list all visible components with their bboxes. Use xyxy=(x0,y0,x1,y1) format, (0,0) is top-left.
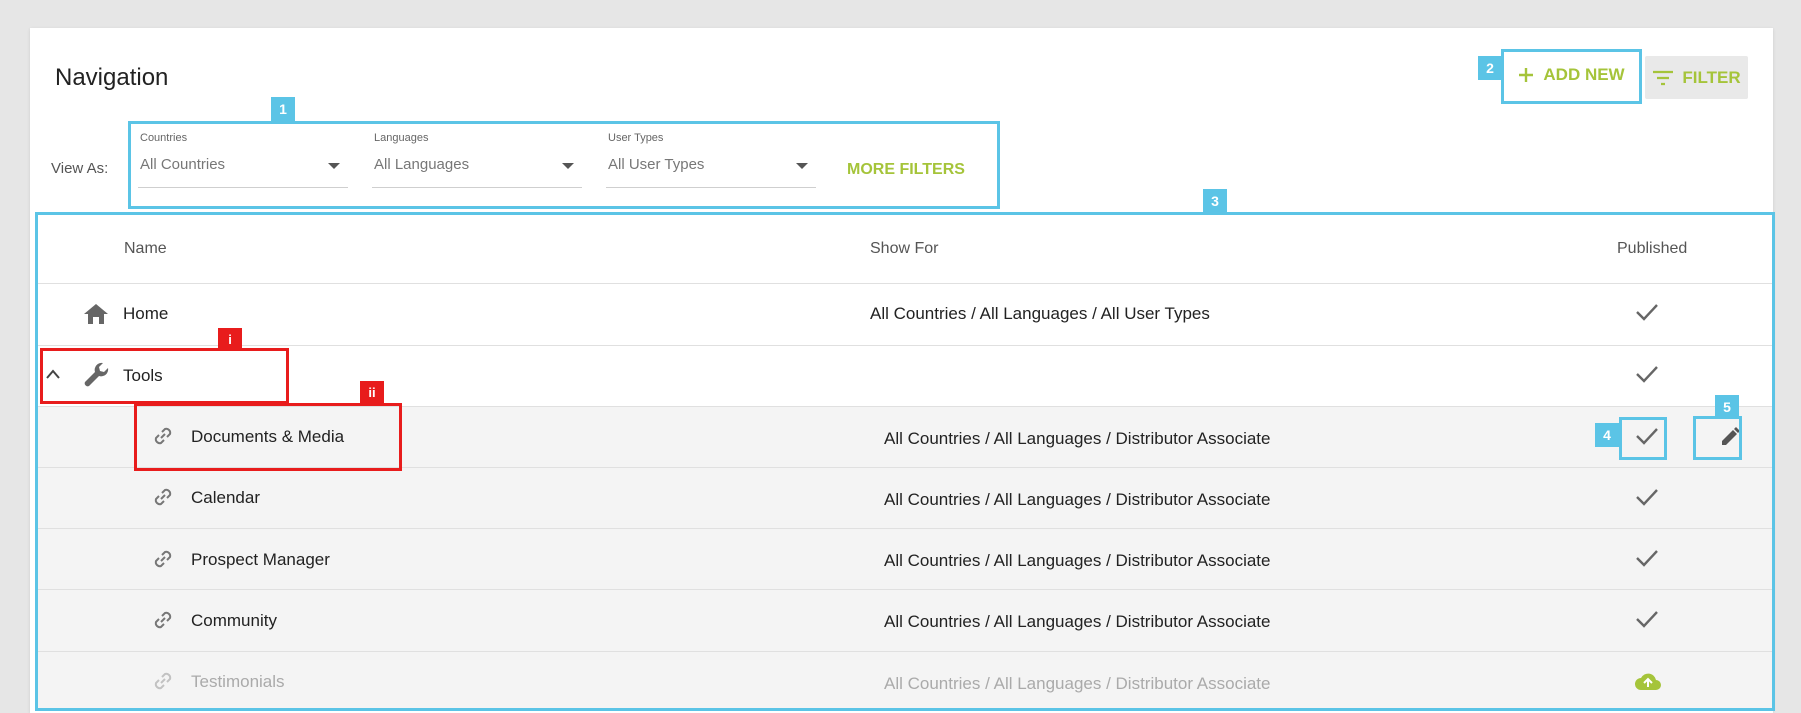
annotation-box-add-new xyxy=(1501,49,1642,104)
annotation-box-publish-check xyxy=(1619,417,1667,460)
page-title: Navigation xyxy=(55,64,169,91)
highlight-box-documents-media xyxy=(134,403,402,471)
annotation-box-edit xyxy=(1693,416,1742,460)
annotation-tag-3: 3 xyxy=(1203,189,1227,213)
highlight-box-tools xyxy=(40,348,289,404)
annotation-box-filters xyxy=(128,121,1000,209)
filter-button[interactable]: FILTER xyxy=(1645,56,1748,99)
annotation-tag-5: 5 xyxy=(1715,395,1739,419)
filter-icon xyxy=(1653,70,1674,85)
highlight-tag-i: i xyxy=(218,328,242,350)
view-as-label: View As: xyxy=(51,160,109,177)
highlight-tag-ii: ii xyxy=(360,381,384,403)
annotation-tag-2: 2 xyxy=(1478,56,1502,80)
annotation-tag-4: 4 xyxy=(1595,423,1619,447)
annotation-tag-1: 1 xyxy=(271,97,295,121)
filter-label: FILTER xyxy=(1682,67,1741,87)
